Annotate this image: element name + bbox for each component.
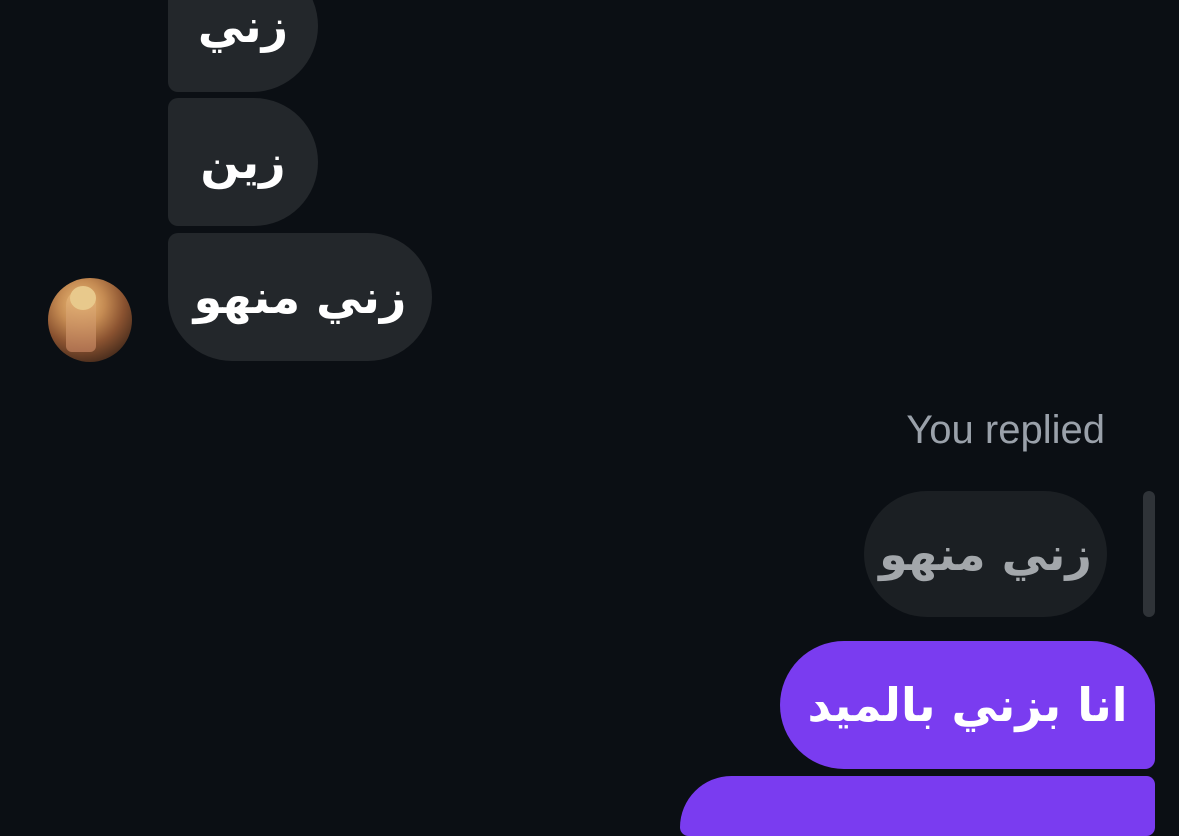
reply-indicator-label: You replied <box>906 408 1105 452</box>
message-text: زين <box>200 135 286 189</box>
incoming-message-bubble[interactable]: زني منهو <box>168 233 432 361</box>
quoted-message-text: زني منهو <box>879 527 1092 581</box>
incoming-message-bubble[interactable]: زين <box>168 98 318 226</box>
avatar-photo-hair <box>70 286 96 310</box>
message-text: زني <box>197 0 289 53</box>
contact-avatar[interactable] <box>48 278 132 362</box>
quoted-message-bubble[interactable]: زني منهو <box>864 491 1107 617</box>
incoming-message-bubble[interactable]: زني <box>168 0 318 92</box>
outgoing-message-bubble[interactable]: انا بزني بالميد <box>780 641 1155 769</box>
quote-indicator-bar <box>1143 491 1155 617</box>
outgoing-message-bubble[interactable] <box>680 776 1155 836</box>
message-text: زني منهو <box>193 270 407 324</box>
message-text: انا بزني بالميد <box>807 678 1128 732</box>
